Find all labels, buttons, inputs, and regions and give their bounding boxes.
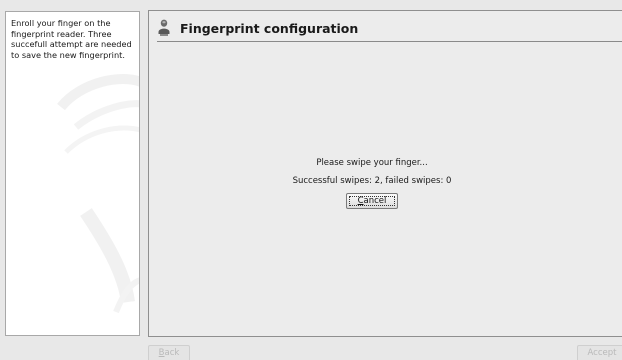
- main-panel: Fingerprint configuration Please swipe y…: [148, 10, 622, 337]
- accept-button[interactable]: Accept: [577, 345, 622, 360]
- page-title: Fingerprint configuration: [180, 20, 359, 36]
- help-text: Enroll your finger on the fingerprint re…: [11, 18, 132, 60]
- swipe-counts: Successful swipes: 2, failed swipes: 0: [292, 176, 452, 186]
- title-bar: Fingerprint configuration: [157, 17, 358, 39]
- help-panel-watermark: [57, 74, 139, 314]
- swipe-prompt: Please swipe your finger...: [316, 158, 428, 168]
- cancel-button-label: Cancel: [358, 196, 387, 206]
- back-label-rest: ack: [164, 348, 180, 358]
- back-button[interactable]: Back: [148, 345, 190, 360]
- cancel-label-rest: ancel: [363, 196, 387, 206]
- help-panel: Enroll your finger on the fingerprint re…: [5, 11, 140, 336]
- fingerprint-user-icon: [158, 19, 170, 36]
- enroll-status-area: Please swipe your finger... Successful s…: [149, 157, 595, 209]
- wizard-window: Enroll your finger on the fingerprint re…: [0, 0, 622, 360]
- title-divider: [157, 41, 622, 42]
- cancel-button[interactable]: Cancel: [346, 193, 398, 209]
